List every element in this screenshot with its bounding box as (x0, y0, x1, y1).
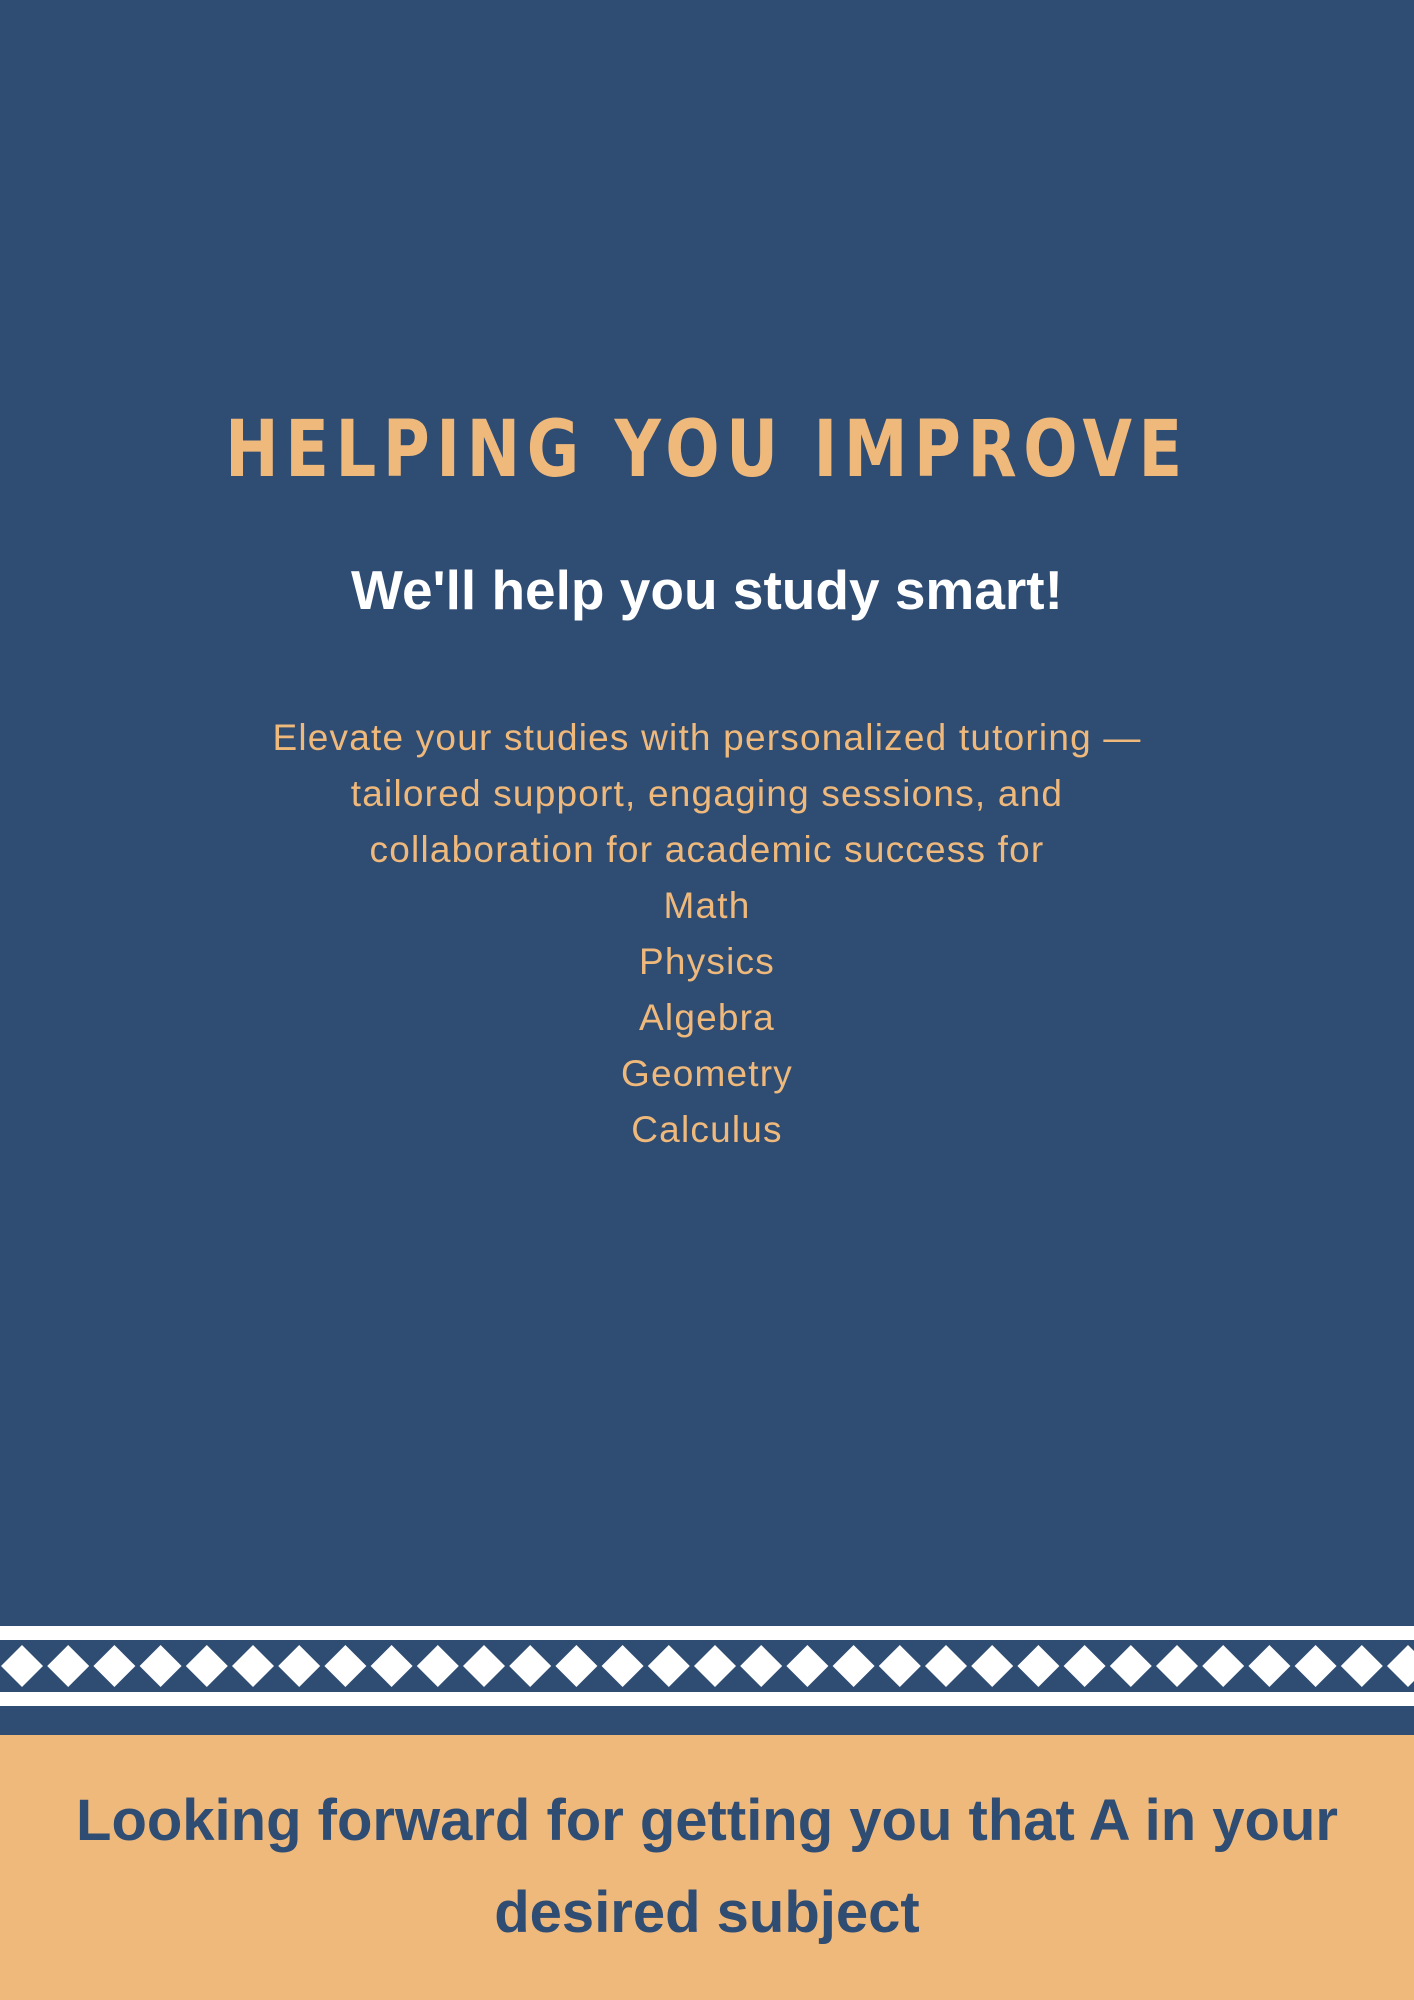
subject-item-geometry: Geometry (620, 1053, 794, 1094)
subject-item-math: Math (663, 885, 751, 926)
footer-message: Looking forward for getting you that A i… (76, 1788, 1338, 1945)
border-bottom-stripe (0, 1692, 1414, 1706)
flyer-page: HELPING YOU IMPROVE We'll help you study… (0, 0, 1414, 2000)
subject-item-calculus: Calculus (631, 1109, 783, 1150)
subject-item-algebra: Algebra (639, 997, 775, 1038)
flyer-description: Elevate your studies with personalized t… (272, 717, 1142, 870)
border-top-stripe (0, 1626, 1414, 1640)
diamond-border-pattern (0, 1626, 1414, 1706)
flyer-title: HELPING YOU IMPROVE (225, 405, 1189, 495)
subject-item-physics: Physics (639, 941, 775, 982)
footer-banner: Looking forward for getting you that A i… (0, 1735, 1414, 2000)
flyer-subtitle: We'll help you study smart! (351, 559, 1063, 621)
subject-list: Math Physics Algebra Geometry Calculus (0, 878, 1414, 1158)
